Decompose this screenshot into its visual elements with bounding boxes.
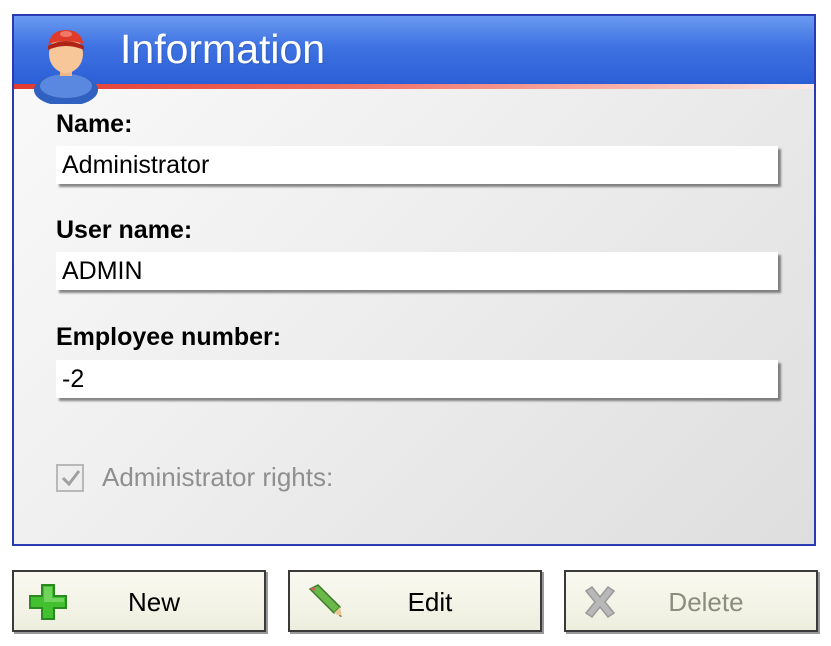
employee-number-label: Employee number: xyxy=(56,323,282,351)
user-name-label: User name: xyxy=(56,216,193,244)
edit-button[interactable]: Edit xyxy=(288,570,542,632)
new-button-label: New xyxy=(127,587,180,617)
user-icon xyxy=(34,30,98,104)
employee-number-field[interactable]: -2 xyxy=(56,360,778,398)
checkmark-icon xyxy=(61,469,81,486)
panel-header: Information xyxy=(14,16,814,84)
delete-button-label: Delete xyxy=(668,587,744,617)
information-panel: Information Name: Administrator User nam… xyxy=(12,14,816,546)
new-button[interactable]: New xyxy=(12,570,266,632)
user-name-field[interactable]: ADMIN xyxy=(56,252,778,290)
header-accent-line xyxy=(14,84,814,89)
name-field[interactable]: Administrator xyxy=(56,146,778,184)
admin-rights-label: Administrator rights: xyxy=(102,462,334,492)
panel-title: Information xyxy=(120,26,326,72)
delete-button[interactable]: Delete xyxy=(564,570,818,632)
edit-button-label: Edit xyxy=(407,587,453,617)
admin-rights-row: Administrator rights: xyxy=(56,462,333,493)
admin-rights-checkbox[interactable] xyxy=(56,463,84,492)
name-label: Name: xyxy=(56,110,133,138)
